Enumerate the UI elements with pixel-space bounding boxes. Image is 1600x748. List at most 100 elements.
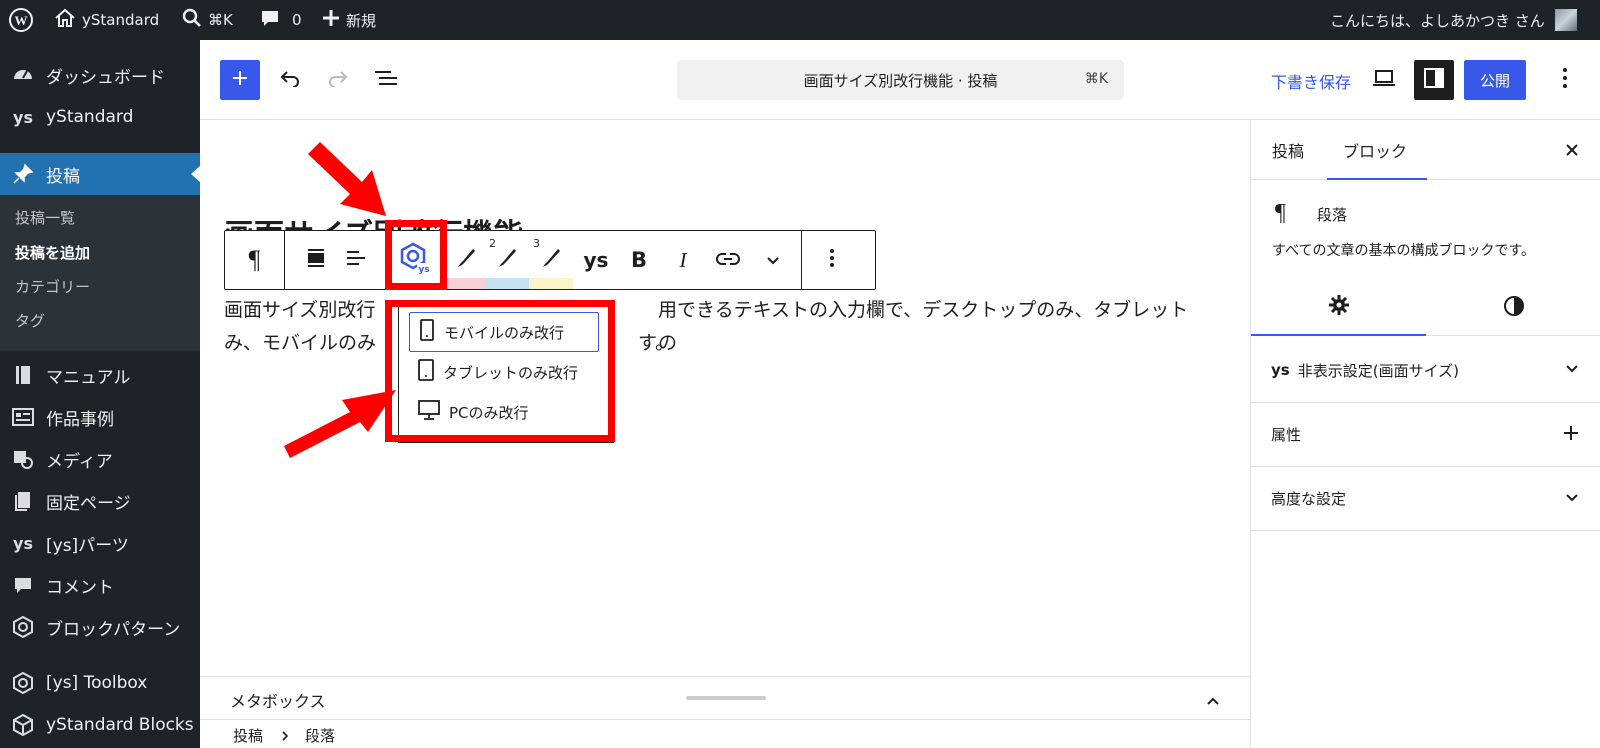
current-menu-arrow [191, 166, 200, 182]
sidebar-item-ys-parts[interactable]: ys [ys]パーツ [0, 522, 200, 564]
resize-handle[interactable] [686, 696, 766, 700]
sidebar-item-comments[interactable]: コメント [0, 564, 200, 606]
book-icon [10, 362, 36, 388]
sidebar-item-media[interactable]: メディア [0, 438, 200, 480]
chevron-up-icon[interactable] [1206, 691, 1220, 710]
sidebar-item-pages[interactable]: 固定ページ [0, 480, 200, 522]
search-shortcut: ⌘K [208, 11, 233, 29]
plus-icon [231, 69, 249, 91]
chevron-down-icon [1565, 360, 1579, 378]
sidebar-item-label: 固定ページ [46, 493, 131, 514]
dashboard-icon [10, 62, 36, 88]
document-bar[interactable]: 画面サイズ別改行機能 · 投稿 ⌘K [677, 60, 1124, 100]
redo-button[interactable] [318, 60, 358, 100]
panel-title: 高度な設定 [1271, 490, 1347, 508]
italic-icon: I [679, 247, 687, 272]
block-description: すべての文章の基本の構成ブロックです。 [1272, 243, 1536, 259]
pin-icon [10, 161, 36, 187]
block-name: 段落 [1317, 206, 1348, 224]
breadcrumb-item-post[interactable]: 投稿 [233, 725, 263, 746]
close-icon[interactable] [1565, 142, 1579, 161]
submenu-all-posts[interactable]: 投稿一覧 [15, 207, 75, 228]
ys-icon: ys [13, 107, 33, 127]
panel-advanced[interactable]: 高度な設定 [1251, 466, 1600, 530]
sidebar-item-label: ブロックパターン [46, 619, 181, 640]
undo-button[interactable] [270, 60, 310, 100]
settings-sidebar: 投稿 ブロック ¶ 段落 すべての文章の基本の構成ブロックです。 ys 非表示設… [1250, 120, 1600, 748]
posts-submenu: 投稿一覧 投稿を追加 カテゴリー タグ [0, 195, 200, 351]
document-overview-button[interactable] [366, 60, 406, 100]
hexagon-icon [10, 670, 36, 696]
sidebar-item-ystandard[interactable]: ys yStandard [0, 96, 200, 138]
block-inserter-button[interactable] [220, 60, 260, 100]
pages-icon [10, 488, 36, 514]
avatar [1554, 9, 1577, 31]
site-name: yStandard [82, 11, 160, 29]
user-account-link[interactable]: こんにちは、よしあかつき さん [1330, 0, 1577, 40]
submenu-add-post[interactable]: 投稿を追加 [15, 242, 90, 263]
metabox-title: メタボックス [230, 692, 326, 711]
sidebar-item-ys-toolbox[interactable]: [ys] Toolbox [0, 662, 200, 704]
paragraph-icon: ¶ [1275, 200, 1286, 226]
sidebar-item-block-patterns[interactable]: ブロックパターン [0, 606, 200, 648]
block-options-button[interactable] [801, 231, 861, 289]
preview-button[interactable] [1364, 60, 1404, 100]
block-settings-tabs [1251, 280, 1600, 336]
sidebar-icon [1423, 67, 1445, 93]
sidebar-item-label: 作品事例 [46, 409, 114, 430]
bold-button[interactable]: B [619, 231, 659, 289]
admin-sidebar: ダッシュボード ys yStandard 投稿 投稿一覧 投稿を追加 カテゴリー… [0, 40, 200, 748]
undo-icon [279, 69, 301, 91]
new-content-link[interactable]: 新規 [322, 0, 376, 40]
comment-icon [10, 572, 36, 598]
sidebar-item-manual[interactable]: マニュアル [0, 354, 200, 396]
tab-settings[interactable] [1251, 280, 1426, 336]
media-icon [10, 446, 36, 472]
cube-icon [10, 712, 36, 738]
sidebar-item-label: yStandard Blocks [46, 715, 194, 735]
metabox-panel[interactable]: メタボックス [200, 676, 1250, 719]
redo-icon [327, 69, 349, 91]
sidebar-item-label: メディア [46, 451, 113, 472]
gear-icon [1328, 294, 1350, 320]
sidebar-item-dashboard[interactable]: ダッシュボード [0, 54, 200, 96]
block-card: ¶ 段落 すべての文章の基本の構成ブロックです。 [1251, 180, 1600, 278]
search-button[interactable]: ⌘K [182, 0, 233, 40]
annotation-arrow-right [284, 390, 396, 458]
sidebar-item-posts[interactable]: 投稿 [0, 153, 200, 195]
comments-count: 0 [292, 11, 302, 29]
tab-styles[interactable] [1426, 280, 1600, 336]
laptop-icon [1372, 69, 1396, 91]
more-formats-button[interactable] [753, 231, 793, 289]
settings-toggle-button[interactable] [1414, 60, 1454, 100]
panel-attributes[interactable]: 属性 [1251, 402, 1600, 466]
chevron-right-icon [281, 728, 289, 746]
submenu-categories[interactable]: カテゴリー [15, 276, 90, 297]
submenu-tags[interactable]: タグ [15, 310, 45, 331]
settings-tabs: 投稿 ブロック [1251, 120, 1600, 180]
link-icon [716, 251, 740, 270]
svg-text:W: W [15, 13, 28, 28]
document-title: 画面サイズ別改行機能 · 投稿 [803, 72, 998, 90]
editor-header: 画面サイズ別改行機能 · 投稿 ⌘K 下書き保存 公開 [200, 40, 1600, 120]
comments-link[interactable]: 0 [260, 0, 302, 40]
more-vertical-icon [1562, 67, 1568, 93]
sidebar-item-ystandard-blocks[interactable]: yStandard Blocks [0, 704, 200, 746]
more-vertical-icon [829, 248, 835, 272]
site-name-link[interactable]: yStandard [54, 0, 159, 40]
panel-hide-by-screen-size[interactable]: ys 非表示設定(画面サイズ) [1251, 338, 1600, 402]
panel-title: 非表示設定(画面サイズ) [1297, 361, 1459, 380]
wordpress-logo-icon[interactable]: W [8, 0, 34, 40]
tab-post[interactable]: 投稿 [1272, 138, 1304, 162]
search-icon [182, 8, 202, 32]
link-button[interactable] [707, 231, 749, 289]
italic-button[interactable]: I [663, 231, 703, 289]
tab-block[interactable]: ブロック [1327, 120, 1427, 180]
options-menu-button[interactable] [1550, 60, 1580, 100]
sidebar-item-label: マニュアル [46, 367, 131, 388]
breadcrumb-item-paragraph[interactable]: 段落 [305, 725, 335, 746]
save-draft-button[interactable]: 下書き保存 [1271, 69, 1351, 93]
hexagon-icon [10, 614, 36, 640]
publish-button[interactable]: 公開 [1464, 60, 1526, 100]
sidebar-item-works[interactable]: 作品事例 [0, 396, 200, 438]
